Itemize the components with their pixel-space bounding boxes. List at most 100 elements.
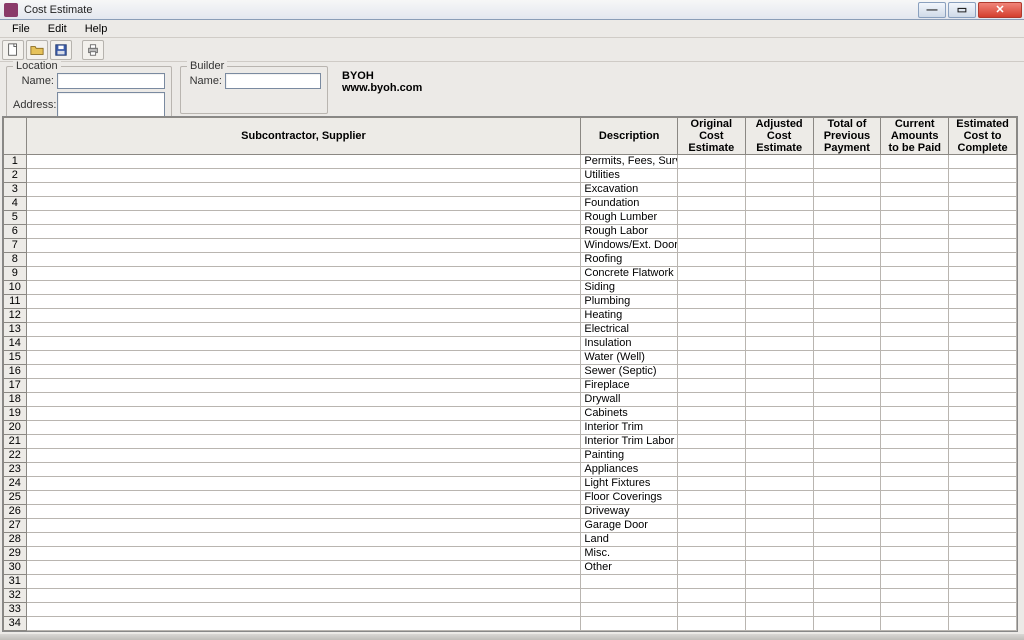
row-number[interactable]: 35: [4, 631, 27, 633]
cell-est[interactable]: [949, 281, 1017, 295]
cell-orig[interactable]: [677, 169, 745, 183]
cell-orig[interactable]: [677, 365, 745, 379]
cell-orig[interactable]: [677, 421, 745, 435]
row-number[interactable]: 14: [4, 337, 27, 351]
cell-prev[interactable]: [813, 211, 881, 225]
save-button[interactable]: [50, 40, 72, 60]
row-number[interactable]: 22: [4, 449, 27, 463]
cell-orig[interactable]: [677, 435, 745, 449]
cell-est[interactable]: [949, 519, 1017, 533]
cell-curr[interactable]: [881, 365, 949, 379]
cell-subcontractor[interactable]: [26, 267, 581, 281]
cell-subcontractor[interactable]: [26, 365, 581, 379]
cell-adj[interactable]: [745, 295, 813, 309]
row-number[interactable]: 6: [4, 225, 27, 239]
row-number[interactable]: 23: [4, 463, 27, 477]
menu-file[interactable]: File: [4, 22, 38, 36]
cell-curr[interactable]: [881, 211, 949, 225]
table-row[interactable]: 35: [4, 631, 1017, 633]
table-row[interactable]: 18Drywall: [4, 393, 1017, 407]
cell-curr[interactable]: [881, 169, 949, 183]
cell-prev[interactable]: [813, 603, 881, 617]
row-number[interactable]: 15: [4, 351, 27, 365]
cell-est[interactable]: [949, 631, 1017, 633]
cell-orig[interactable]: [677, 155, 745, 169]
cell-subcontractor[interactable]: [26, 155, 581, 169]
table-row[interactable]: 10Siding: [4, 281, 1017, 295]
row-number[interactable]: 24: [4, 477, 27, 491]
cell-curr[interactable]: [881, 183, 949, 197]
cell-orig[interactable]: [677, 295, 745, 309]
cell-adj[interactable]: [745, 519, 813, 533]
cell-curr[interactable]: [881, 379, 949, 393]
cell-orig[interactable]: [677, 225, 745, 239]
cell-subcontractor[interactable]: [26, 351, 581, 365]
row-number[interactable]: 27: [4, 519, 27, 533]
cell-adj[interactable]: [745, 379, 813, 393]
cell-prev[interactable]: [813, 295, 881, 309]
cell-est[interactable]: [949, 253, 1017, 267]
cell-adj[interactable]: [745, 631, 813, 633]
table-row[interactable]: 5Rough Lumber: [4, 211, 1017, 225]
cell-description[interactable]: Interior Trim: [581, 421, 678, 435]
table-row[interactable]: 3Excavation: [4, 183, 1017, 197]
cell-orig[interactable]: [677, 337, 745, 351]
cell-adj[interactable]: [745, 211, 813, 225]
cell-est[interactable]: [949, 169, 1017, 183]
cell-orig[interactable]: [677, 197, 745, 211]
cell-est[interactable]: [949, 225, 1017, 239]
cell-prev[interactable]: [813, 561, 881, 575]
cell-curr[interactable]: [881, 603, 949, 617]
cell-description[interactable]: Excavation: [581, 183, 678, 197]
cell-adj[interactable]: [745, 421, 813, 435]
table-row[interactable]: 16Sewer (Septic): [4, 365, 1017, 379]
cell-subcontractor[interactable]: [26, 463, 581, 477]
col-original-cost[interactable]: Original Cost Estimate: [677, 118, 745, 155]
row-number[interactable]: 12: [4, 309, 27, 323]
table-row[interactable]: 12Heating: [4, 309, 1017, 323]
row-number[interactable]: 31: [4, 575, 27, 589]
cell-description[interactable]: Plumbing: [581, 295, 678, 309]
cell-est[interactable]: [949, 505, 1017, 519]
cell-prev[interactable]: [813, 323, 881, 337]
table-row[interactable]: 2Utilities: [4, 169, 1017, 183]
cell-est[interactable]: [949, 197, 1017, 211]
cell-description[interactable]: Floor Coverings: [581, 491, 678, 505]
cell-orig[interactable]: [677, 491, 745, 505]
cell-subcontractor[interactable]: [26, 575, 581, 589]
cell-est[interactable]: [949, 561, 1017, 575]
close-button[interactable]: ✕: [978, 2, 1022, 18]
cell-orig[interactable]: [677, 351, 745, 365]
cell-est[interactable]: [949, 267, 1017, 281]
row-number[interactable]: 9: [4, 267, 27, 281]
cell-subcontractor[interactable]: [26, 561, 581, 575]
cell-est[interactable]: [949, 477, 1017, 491]
cell-prev[interactable]: [813, 183, 881, 197]
cell-description[interactable]: [581, 589, 678, 603]
col-subcontractor[interactable]: Subcontractor, Supplier: [26, 118, 581, 155]
cell-curr[interactable]: [881, 631, 949, 633]
row-number[interactable]: 30: [4, 561, 27, 575]
cell-adj[interactable]: [745, 253, 813, 267]
cell-est[interactable]: [949, 155, 1017, 169]
cell-curr[interactable]: [881, 477, 949, 491]
row-number[interactable]: 29: [4, 547, 27, 561]
cell-orig[interactable]: [677, 267, 745, 281]
row-number[interactable]: 20: [4, 421, 27, 435]
cell-subcontractor[interactable]: [26, 169, 581, 183]
cell-curr[interactable]: [881, 197, 949, 211]
cell-prev[interactable]: [813, 631, 881, 633]
cell-description[interactable]: Concrete Flatwork: [581, 267, 678, 281]
cell-est[interactable]: [949, 393, 1017, 407]
cell-orig[interactable]: [677, 379, 745, 393]
cell-subcontractor[interactable]: [26, 421, 581, 435]
cell-curr[interactable]: [881, 253, 949, 267]
cell-prev[interactable]: [813, 155, 881, 169]
table-row[interactable]: 33: [4, 603, 1017, 617]
cell-curr[interactable]: [881, 309, 949, 323]
cell-est[interactable]: [949, 547, 1017, 561]
cell-curr[interactable]: [881, 519, 949, 533]
cell-description[interactable]: Siding: [581, 281, 678, 295]
cell-adj[interactable]: [745, 449, 813, 463]
cell-description[interactable]: Driveway: [581, 505, 678, 519]
